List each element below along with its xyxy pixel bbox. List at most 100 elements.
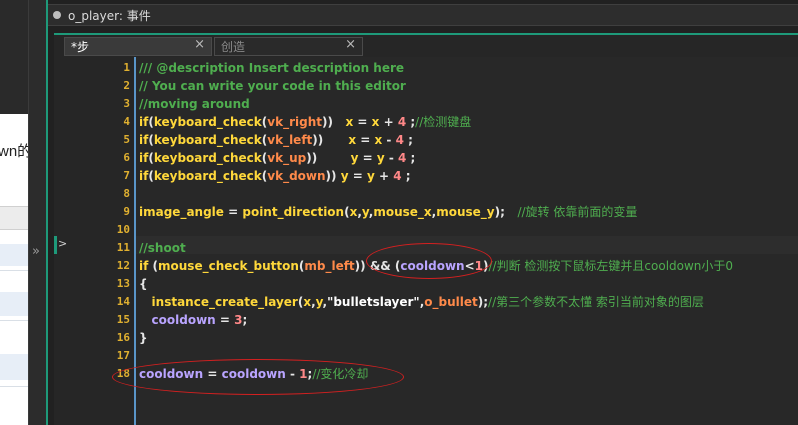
code-token: x bbox=[348, 133, 357, 147]
code-token: //shoot bbox=[139, 241, 186, 255]
close-icon[interactable]: × bbox=[194, 37, 205, 52]
code-line[interactable]: if(keyboard_check(vk_right)) x = x + 4 ;… bbox=[139, 113, 471, 131]
code-token: 3 bbox=[234, 313, 243, 327]
line-number: 10 bbox=[116, 223, 130, 236]
expand-arrow-icon[interactable]: » bbox=[32, 244, 40, 259]
code-token: ; bbox=[406, 115, 416, 129]
code-token: y bbox=[340, 169, 349, 183]
code-token: ; bbox=[406, 151, 416, 165]
code-token: )) bbox=[321, 115, 346, 129]
line-number: 1 bbox=[123, 61, 130, 74]
line-number: 11 bbox=[116, 241, 130, 254]
code-token: - bbox=[382, 133, 396, 147]
code-token: mouse_check_button bbox=[158, 259, 299, 273]
code-line[interactable]: if(keyboard_check(vk_down)) y = y + 4 ; bbox=[139, 167, 411, 185]
code-token: = bbox=[348, 169, 367, 183]
code-token: 4 bbox=[393, 169, 402, 183]
code-token: //第三个参数不太懂 索引当前对象的图层 bbox=[488, 295, 704, 309]
code-token: keyboard_check bbox=[153, 115, 262, 129]
code-token: + bbox=[374, 169, 394, 183]
code-token: //旋转 依靠前面的变量 bbox=[517, 205, 638, 219]
code-token: )) bbox=[325, 169, 341, 183]
code-token: y bbox=[366, 169, 375, 183]
code-token: point_direction bbox=[242, 205, 345, 219]
code-token: ; bbox=[401, 169, 411, 183]
code-token: ; bbox=[242, 313, 248, 327]
code-token: if bbox=[139, 169, 149, 183]
line-number: 17 bbox=[116, 349, 130, 362]
code-line[interactable]: //moving around bbox=[139, 95, 250, 113]
code-token: vk_up bbox=[267, 151, 307, 165]
line-number: 4 bbox=[123, 115, 130, 128]
code-token: vk_right bbox=[267, 115, 322, 129]
code-line[interactable]: image_angle = point_direction(x,y,mouse_… bbox=[139, 203, 637, 221]
code-line[interactable]: } bbox=[139, 329, 148, 347]
code-token: mouse_x bbox=[373, 205, 432, 219]
code-token: { bbox=[139, 277, 148, 291]
tab-step-event[interactable]: *步 × bbox=[64, 37, 212, 56]
code-token: mouse_y bbox=[436, 205, 495, 219]
code-token: if bbox=[139, 151, 149, 165]
tab-label: *步 bbox=[71, 40, 90, 54]
line-number: 6 bbox=[123, 151, 130, 164]
line-number: 8 bbox=[123, 187, 130, 200]
code-line[interactable]: if(keyboard_check(vk_left)) x = x - 4 ; bbox=[139, 131, 413, 149]
code-line[interactable]: // You can write your code in this edito… bbox=[139, 77, 406, 95]
code-token: ( bbox=[148, 259, 159, 273]
window-icon bbox=[53, 11, 61, 19]
code-token: ); bbox=[477, 295, 489, 309]
code-token: ; bbox=[403, 133, 413, 147]
code-token: "bulletslayer" bbox=[327, 295, 420, 309]
code-line[interactable]: { bbox=[139, 275, 148, 293]
code-token: //检测键盘 bbox=[415, 115, 472, 129]
close-icon[interactable]: × bbox=[345, 37, 356, 52]
code-token: = bbox=[215, 313, 235, 327]
code-token: keyboard_check bbox=[153, 133, 262, 147]
line-number: 9 bbox=[123, 205, 130, 218]
window-title: o_player: 事件 bbox=[68, 9, 151, 23]
line-number: 14 bbox=[116, 295, 130, 308]
line-number: 7 bbox=[123, 169, 130, 182]
code-token: )) bbox=[306, 151, 351, 165]
code-token: cooldown bbox=[139, 313, 216, 327]
line-number: 15 bbox=[116, 313, 130, 326]
code-token: x bbox=[303, 295, 312, 309]
code-token: = bbox=[358, 151, 377, 165]
code-token: } bbox=[139, 331, 148, 345]
code-token: )) bbox=[312, 133, 349, 147]
code-token: vk_left bbox=[267, 133, 313, 147]
code-editor[interactable]: > 1/// @description Insert description h… bbox=[54, 57, 798, 425]
code-token: 4 bbox=[397, 115, 407, 129]
line-number: 5 bbox=[123, 133, 130, 146]
code-line[interactable]: //shoot bbox=[139, 239, 186, 257]
code-line[interactable]: if(keyboard_check(vk_up)) y = y - 4 ; bbox=[139, 149, 415, 167]
code-token: // You can write your code in this edito… bbox=[139, 79, 406, 93]
code-token: + bbox=[379, 115, 398, 129]
code-token: if bbox=[139, 259, 149, 273]
code-line[interactable]: cooldown = 3; bbox=[139, 311, 248, 329]
code-token: keyboard_check bbox=[153, 151, 262, 165]
code-token: = bbox=[356, 133, 375, 147]
code-editor-window: o_player: 事件 *步 × 创造 × > 1/// @descripti… bbox=[46, 0, 798, 425]
line-number: 12 bbox=[116, 259, 130, 272]
tab-create-event[interactable]: 创造 × bbox=[214, 37, 363, 56]
code-token: = bbox=[223, 205, 243, 219]
code-token: = bbox=[353, 115, 372, 129]
code-token: y bbox=[361, 205, 369, 219]
event-tab-bar: *步 × 创造 × bbox=[54, 33, 798, 57]
code-line[interactable]: instance_create_layer(x,y,"bulletslayer"… bbox=[139, 293, 704, 311]
code-token: image_angle bbox=[139, 205, 224, 219]
code-token: o_bullet bbox=[424, 295, 478, 309]
code-line[interactable]: /// @description Insert description here bbox=[139, 59, 404, 77]
code-token: instance_create_layer bbox=[139, 295, 298, 309]
code-token: //判断 检测按下鼠标左键并且cooldown小于0 bbox=[488, 259, 734, 273]
code-token: y bbox=[376, 151, 385, 165]
code-token: 4 bbox=[395, 133, 404, 147]
code-token: //moving around bbox=[139, 97, 250, 111]
code-token: if bbox=[139, 115, 149, 129]
code-token: y bbox=[315, 295, 323, 309]
code-token: - bbox=[384, 151, 399, 165]
line-number: 16 bbox=[116, 331, 130, 344]
line-number: 13 bbox=[116, 277, 130, 290]
window-title-bar[interactable]: o_player: 事件 bbox=[48, 4, 798, 26]
